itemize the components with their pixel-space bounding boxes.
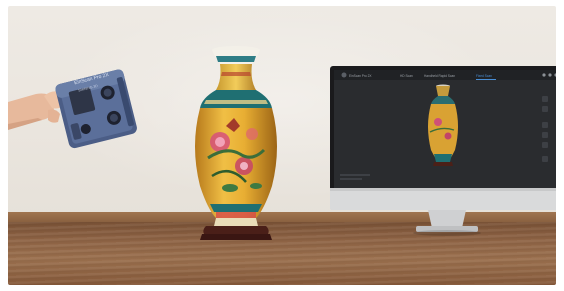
product-scene: EinScan Pro 2X SHINING 3D EinScan Pro 2X…	[8, 6, 556, 285]
handheld-scanner-icon: EinScan Pro 2X SHINING 3D	[8, 69, 137, 149]
software-title: EinScan Pro 2X	[349, 74, 372, 78]
toolbar-item-handheld-rapid[interactable]: Handheld Rapid Scan	[424, 74, 455, 78]
monitor-icon: EinScan Pro 2X HD Scan Handheld Rapid Sc…	[330, 66, 556, 236]
porcelain-vase	[186, 46, 286, 242]
toolbar-item-fixed-scan[interactable]: Fixed Scan	[476, 74, 492, 78]
toolbar-item-hd-scan[interactable]: HD Scan	[400, 74, 413, 78]
monitor: EinScan Pro 2X HD Scan Handheld Rapid Sc…	[330, 66, 556, 238]
vase-icon	[195, 46, 277, 240]
handheld-scanner-group: EinScan Pro 2X SHINING 3D	[8, 58, 138, 188]
